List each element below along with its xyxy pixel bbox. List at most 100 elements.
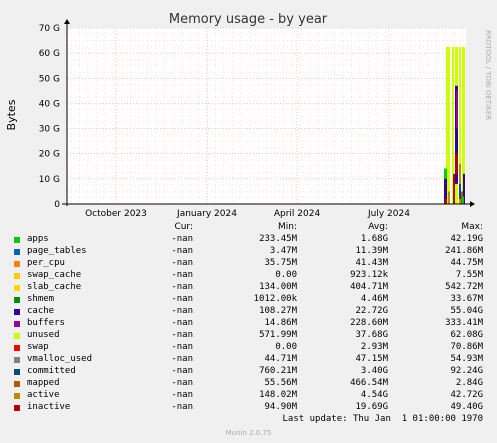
legend-avg: 41.43M bbox=[355, 258, 388, 268]
legend-swatch bbox=[14, 285, 20, 291]
legend-name: swap_cache bbox=[27, 270, 82, 280]
legend-avg: 22.72G bbox=[355, 306, 388, 316]
y-tick-label: 60 G bbox=[39, 49, 60, 59]
y-tick-label: 0 bbox=[54, 200, 60, 210]
legend-name: apps bbox=[27, 234, 49, 244]
legend-row-inactive: inactive -nan 94.90M 19.69G 49.40G bbox=[0, 402, 497, 414]
area-inactive bbox=[455, 153, 458, 174]
legend-cur: -nan bbox=[171, 342, 193, 352]
legend-swatch bbox=[14, 297, 20, 303]
legend-max: 33.67M bbox=[450, 294, 483, 304]
y-axis-label: Bytes bbox=[5, 99, 18, 130]
legend-cur: -nan bbox=[171, 378, 193, 388]
legend-avg: 404.71M bbox=[350, 282, 388, 292]
legend-header-avg: Avg: bbox=[368, 222, 388, 232]
legend-row-unused: unused -nan 571.99M 37.68G 62.08G bbox=[0, 330, 497, 342]
legend-avg: 2.93M bbox=[360, 342, 388, 352]
legend-max: 333.41M bbox=[445, 318, 483, 328]
legend-cur: -nan bbox=[171, 354, 193, 364]
legend-name: active bbox=[27, 390, 60, 400]
legend-header-cur: Cur: bbox=[174, 222, 193, 232]
area-apps bbox=[462, 196, 464, 204]
memory-chart: Memory usage - by year Bytes RRDTOOL / T… bbox=[0, 0, 497, 222]
legend-max: 62.08G bbox=[450, 330, 483, 340]
legend-avg: 923.12k bbox=[350, 270, 388, 280]
legend-cur: -nan bbox=[171, 258, 193, 268]
legend-cur: -nan bbox=[171, 318, 193, 328]
legend-max: 2.84G bbox=[455, 378, 483, 388]
legend-min: 760.21M bbox=[259, 366, 297, 376]
legend-cur: -nan bbox=[171, 234, 193, 244]
legend-swatch bbox=[14, 261, 20, 267]
legend-swatch bbox=[14, 357, 20, 363]
legend-max: 7.55M bbox=[455, 270, 483, 280]
legend-swatch bbox=[14, 381, 20, 387]
legend-avg: 37.68G bbox=[355, 330, 388, 340]
legend-min: 35.75M bbox=[264, 258, 297, 268]
legend-avg: 47.15M bbox=[355, 354, 388, 364]
legend-avg: 4.46M bbox=[360, 294, 388, 304]
y-tick-label: 70 G bbox=[39, 24, 60, 34]
legend-row-committed: committed -nan 760.21M 3.40G 92.24G bbox=[0, 366, 497, 378]
legend-avg: 228.60M bbox=[350, 318, 388, 328]
legend-min: 571.99M bbox=[259, 330, 297, 340]
legend-name: shmem bbox=[27, 294, 55, 304]
legend-header-min: Min: bbox=[277, 222, 297, 232]
legend-cur: -nan bbox=[171, 294, 193, 304]
legend-name: vmalloc_used bbox=[27, 354, 93, 364]
legend-min: 108.27M bbox=[259, 306, 297, 316]
legend-cur: -nan bbox=[171, 402, 193, 412]
legend-max: 241.86M bbox=[445, 246, 483, 256]
legend-swatch bbox=[14, 321, 20, 327]
legend-swatch bbox=[14, 333, 20, 339]
y-tick-label: 50 G bbox=[39, 74, 60, 84]
legend-row-buffers: buffers -nan 14.86M 228.60M 333.41M bbox=[0, 318, 497, 330]
legend-name: slab_cache bbox=[27, 282, 82, 292]
legend-row-slab-cache: slab_cache -nan 134.00M 404.71M 542.72M bbox=[0, 282, 497, 294]
legend-swatch bbox=[14, 369, 20, 375]
x-tick-label: April 2024 bbox=[274, 209, 321, 219]
legend-swatch bbox=[14, 273, 20, 279]
legend-name: inactive bbox=[27, 402, 71, 412]
legend-min: 148.02M bbox=[259, 390, 297, 400]
legend-max: 42.19G bbox=[450, 234, 483, 244]
legend-cur: -nan bbox=[171, 306, 193, 316]
y-tick-label: 30 G bbox=[39, 125, 60, 135]
munin-version: Munin 2.0.75 bbox=[225, 429, 272, 437]
legend-row-swap: swap -nan 0.00 2.93M 70.86M bbox=[0, 342, 497, 354]
legend-name: committed bbox=[27, 366, 76, 376]
legend-max: 55.04G bbox=[450, 306, 483, 316]
x-tick-label: July 2024 bbox=[367, 209, 410, 219]
legend-avg: 19.69G bbox=[355, 402, 388, 412]
legend-min: 44.71M bbox=[264, 354, 297, 364]
legend-min: 134.00M bbox=[259, 282, 297, 292]
legend-row-page-tables: page_tables -nan 3.47M 11.39M 241.86M bbox=[0, 246, 497, 258]
legend-name: swap bbox=[27, 342, 49, 352]
legend-swatch bbox=[14, 393, 20, 399]
legend-avg: 11.39M bbox=[355, 246, 388, 256]
legend-header-max: Max: bbox=[461, 222, 483, 232]
legend-cur: -nan bbox=[171, 246, 193, 256]
legend-name: page_tables bbox=[27, 246, 87, 256]
legend-name: buffers bbox=[27, 318, 65, 328]
legend-min: 55.56M bbox=[264, 378, 297, 388]
legend-max: 54.93M bbox=[450, 354, 483, 364]
x-tick-label: January 2024 bbox=[176, 209, 237, 219]
legend-row-apps: apps -nan 233.45M 1.68G 42.19G bbox=[0, 234, 497, 246]
legend-cur: -nan bbox=[171, 282, 193, 292]
legend-max: 42.72G bbox=[450, 390, 483, 400]
legend-min: 94.90M bbox=[264, 402, 297, 412]
watermark: RRDTOOL / TOBI OETIKER bbox=[484, 30, 492, 120]
area-committed bbox=[459, 183, 461, 199]
legend-max: 49.40G bbox=[450, 402, 483, 412]
legend-row-cache: cache -nan 108.27M 22.72G 55.04G bbox=[0, 306, 497, 318]
legend-row-active: active -nan 148.02M 4.54G 42.72G bbox=[0, 390, 497, 402]
legend-swatch bbox=[14, 309, 20, 315]
legend-name: unused bbox=[27, 330, 60, 340]
legend-avg: 1.68G bbox=[360, 234, 388, 244]
legend-max: 70.86M bbox=[450, 342, 483, 352]
legend-row-per-cpu: per_cpu -nan 35.75M 41.43M 44.75M bbox=[0, 258, 497, 270]
legend-max: 92.24G bbox=[450, 366, 483, 376]
legend-row-shmem: shmem -nan 1012.00k 4.46M 33.67M bbox=[0, 294, 497, 306]
y-tick-label: 40 G bbox=[39, 99, 60, 109]
